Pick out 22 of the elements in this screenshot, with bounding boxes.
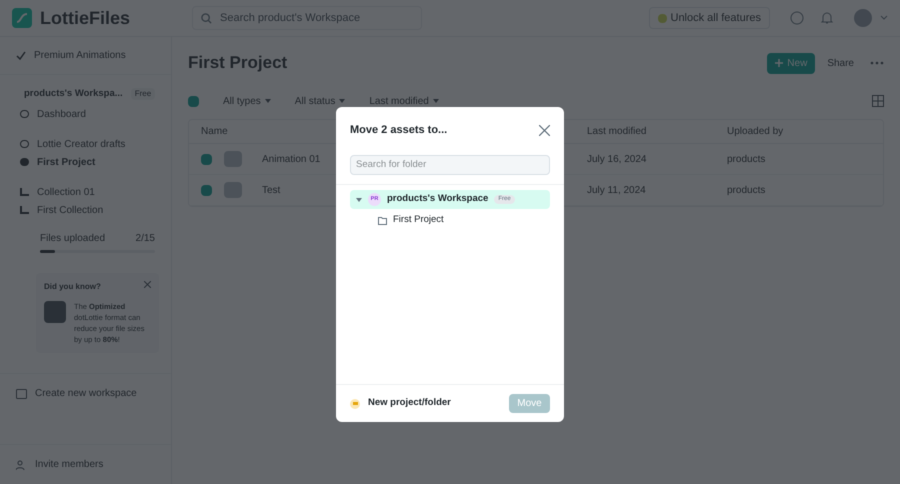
logo-text: LottieFiles — [40, 6, 130, 30]
table-cell-text: July 16, 2024 — [587, 152, 648, 166]
close-icon[interactable] — [539, 124, 550, 136]
sidebar-item[interactable]: First Project — [37, 154, 96, 170]
dialog-title: Move 2 assets to... — [350, 122, 448, 138]
table-cell-text: Animation 01 — [262, 152, 320, 166]
table-cell-text: July 11, 2024 — [587, 184, 647, 198]
share-button[interactable]: Share — [827, 56, 854, 70]
files-count: 2/15 — [136, 232, 155, 246]
caret-icon[interactable] — [356, 198, 362, 202]
tip-title: Did you know? — [44, 281, 101, 294]
files-uploaded-label: Files uploaded — [40, 232, 106, 246]
new-project-folder-button[interactable]: New project/folder — [368, 396, 501, 411]
create-workspace-link[interactable]: Create new workspace — [35, 386, 137, 402]
workspace-name[interactable]: products's Workspa... — [24, 87, 123, 102]
tree-item[interactable]: First Project — [350, 211, 550, 230]
page-title: First Project — [188, 52, 288, 74]
table-cell-text: products — [727, 184, 766, 198]
table-cell-text: Test — [262, 184, 280, 198]
folder-search-field[interactable]: Search for folder — [350, 154, 550, 174]
search-input[interactable]: Search product's Workspace — [220, 10, 410, 26]
table-cell-text: products — [727, 152, 766, 166]
